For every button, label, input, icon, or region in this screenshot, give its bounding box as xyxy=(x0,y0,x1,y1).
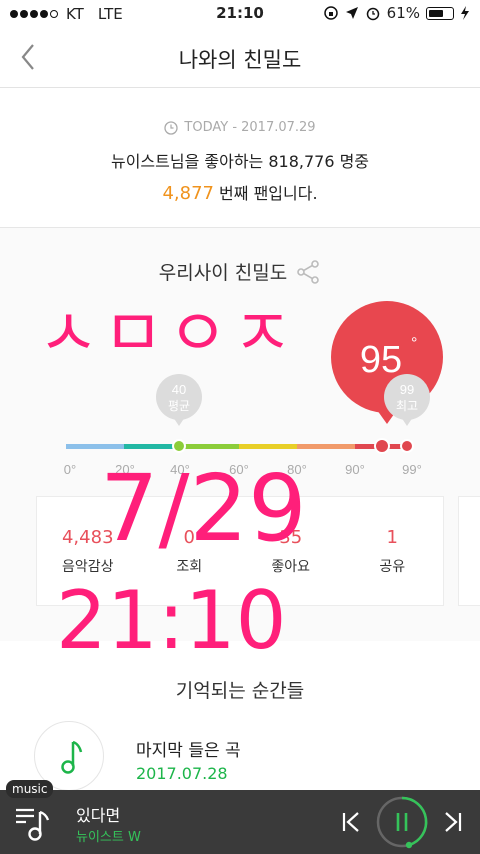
average-bubble: 40 평균 xyxy=(156,374,202,426)
gauge-tick-label: 0° xyxy=(64,462,76,477)
stat-value: 35 xyxy=(279,527,303,548)
next-track-icon[interactable] xyxy=(442,810,464,834)
page-title: 나와의 친밀도 xyxy=(178,48,302,72)
fan-rank-number: 4,877 xyxy=(162,183,214,204)
highest-marker xyxy=(400,439,414,453)
stat-shares[interactable]: 1 공유 xyxy=(342,497,444,605)
music-tag: music xyxy=(6,780,54,798)
fan-count-text: 뉴이스트님을 좋아하는 818,776 명중 xyxy=(110,152,370,171)
moment-item-title[interactable]: 마지막 들은 곡 xyxy=(136,736,241,761)
status-bar: KT LTE 21:10 61% xyxy=(0,0,480,28)
average-marker xyxy=(172,439,186,453)
today-card: TODAY - 2017.07.29 뉴이스트님을 좋아하는 818,776 명… xyxy=(0,88,480,228)
moments-section: 기억되는 순간들 마지막 들은 곡 2017.07.28 xyxy=(0,641,480,791)
stat-label: 음악감상 xyxy=(61,559,114,575)
gauge-tick-label: 20° xyxy=(115,462,135,477)
mini-player: music 있다면 뉴이스트 W xyxy=(0,780,480,854)
stat-value: 4,483 xyxy=(61,527,114,548)
moment-item-date: 2017.07.28 xyxy=(136,764,228,783)
my-score-value: 95 xyxy=(360,339,402,381)
gauge-segment xyxy=(239,444,297,449)
lock-rotation-icon xyxy=(323,6,338,20)
nav-bar: 나와의 친밀도 xyxy=(0,28,480,88)
battery-percent: 61% xyxy=(386,4,420,22)
now-playing-title[interactable]: 있다면 xyxy=(76,802,120,826)
stat-value: 0 xyxy=(183,527,195,548)
previous-track-icon[interactable] xyxy=(340,810,362,834)
fan-rank-suffix: 번째 팬입니다. xyxy=(213,184,318,203)
gauge-segment xyxy=(297,444,355,449)
stat-label: 공유 xyxy=(379,559,406,575)
charging-icon xyxy=(461,6,469,20)
intimacy-section: 우리사이 친밀도 95 ° 40 평균 99 최고 0° 20° 40° 60°… xyxy=(0,228,480,641)
pause-button[interactable] xyxy=(374,794,430,850)
stat-listen[interactable]: 4,483 음악감상 xyxy=(37,497,139,605)
stats-card: 4,483 음악감상 0 조회 35 좋아요 1 공유 xyxy=(36,496,444,606)
today-date-row: TODAY - 2017.07.29 xyxy=(0,120,480,135)
intimacy-gauge: 95 ° 40 평균 99 최고 0° 20° 40° 60° 80° 90° 99° xyxy=(64,301,443,477)
stat-likes[interactable]: 35 좋아요 xyxy=(240,497,342,605)
average-value: 40 xyxy=(172,382,186,397)
gauge-tick-label: 40° xyxy=(170,462,190,477)
now-playing-artist[interactable]: 뉴이스트 W xyxy=(76,826,141,845)
next-stats-card[interactable] xyxy=(458,496,480,606)
my-score-degree: ° xyxy=(411,335,417,352)
stat-views[interactable]: 0 조회 xyxy=(139,497,241,605)
my-score-marker xyxy=(374,438,390,454)
average-label: 평균 xyxy=(168,399,190,413)
location-icon xyxy=(345,7,358,19)
highest-value: 99 xyxy=(400,382,414,397)
gauge-ticks: 0° 20° 40° 60° 80° 90° 99° xyxy=(64,462,422,477)
gauge-bar xyxy=(66,444,412,449)
clock-icon xyxy=(164,120,179,135)
highest-label: 최고 xyxy=(396,399,418,413)
gauge-tick-label: 80° xyxy=(287,462,307,477)
gauge-tick-label: 60° xyxy=(229,462,249,477)
stat-label: 조회 xyxy=(176,559,203,575)
gauge-tick-label: 90° xyxy=(345,462,365,477)
gauge-tick-label: 99° xyxy=(402,462,422,477)
moments-heading: 기억되는 순간들 xyxy=(175,680,305,702)
alarm-icon xyxy=(366,7,379,21)
battery-icon xyxy=(426,6,454,20)
today-date: TODAY - 2017.07.29 xyxy=(184,120,316,135)
fan-rank-text: 4,877 번째 팬입니다. xyxy=(0,180,480,204)
gauge-segment xyxy=(181,444,239,449)
gauge-segment xyxy=(66,444,124,449)
stat-label: 좋아요 xyxy=(271,559,311,575)
stat-value: 1 xyxy=(386,527,398,548)
playlist-icon[interactable] xyxy=(12,804,52,844)
